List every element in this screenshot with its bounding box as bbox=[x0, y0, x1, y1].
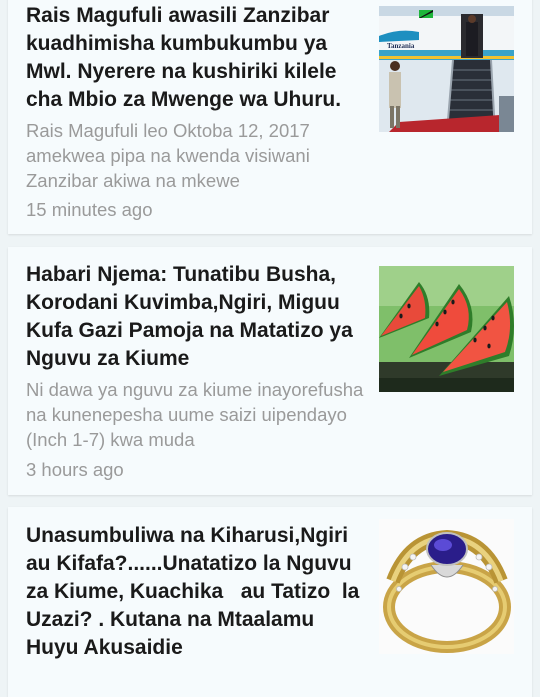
watermelon-photo[interactable] bbox=[379, 266, 514, 392]
article-card[interactable]: Unasumbuliwa na Kiharusi,Ngiri au Kifafa… bbox=[8, 507, 532, 697]
article-card[interactable]: Rais Magufuli awasili Zanzibar kuadhimis… bbox=[8, 0, 532, 234]
article-timestamp: 3 hours ago bbox=[26, 459, 124, 480]
article-summary: Ni dawa ya nguvu za kiume inayorefusha n… bbox=[26, 379, 364, 450]
article-summary: Rais Magufuli leo Oktoba 12, 2017 amekwe… bbox=[26, 120, 310, 191]
article-title[interactable]: Habari Njema: Tunatibu Busha, Korodani K… bbox=[26, 261, 376, 373]
airplane-arrival-photo[interactable]: Tanzania bbox=[379, 6, 514, 132]
gemstone-ring-photo[interactable] bbox=[379, 519, 514, 654]
article-timestamp: 15 minutes ago bbox=[26, 199, 153, 220]
aircraft-livery-text: Tanzania bbox=[387, 42, 415, 50]
article-card[interactable]: Habari Njema: Tunatibu Busha, Korodani K… bbox=[8, 247, 532, 495]
article-title[interactable]: Unasumbuliwa na Kiharusi,Ngiri au Kifafa… bbox=[26, 522, 366, 662]
news-feed: Rais Magufuli awasili Zanzibar kuadhimis… bbox=[0, 0, 540, 697]
article-title[interactable]: Rais Magufuli awasili Zanzibar kuadhimis… bbox=[26, 2, 378, 114]
